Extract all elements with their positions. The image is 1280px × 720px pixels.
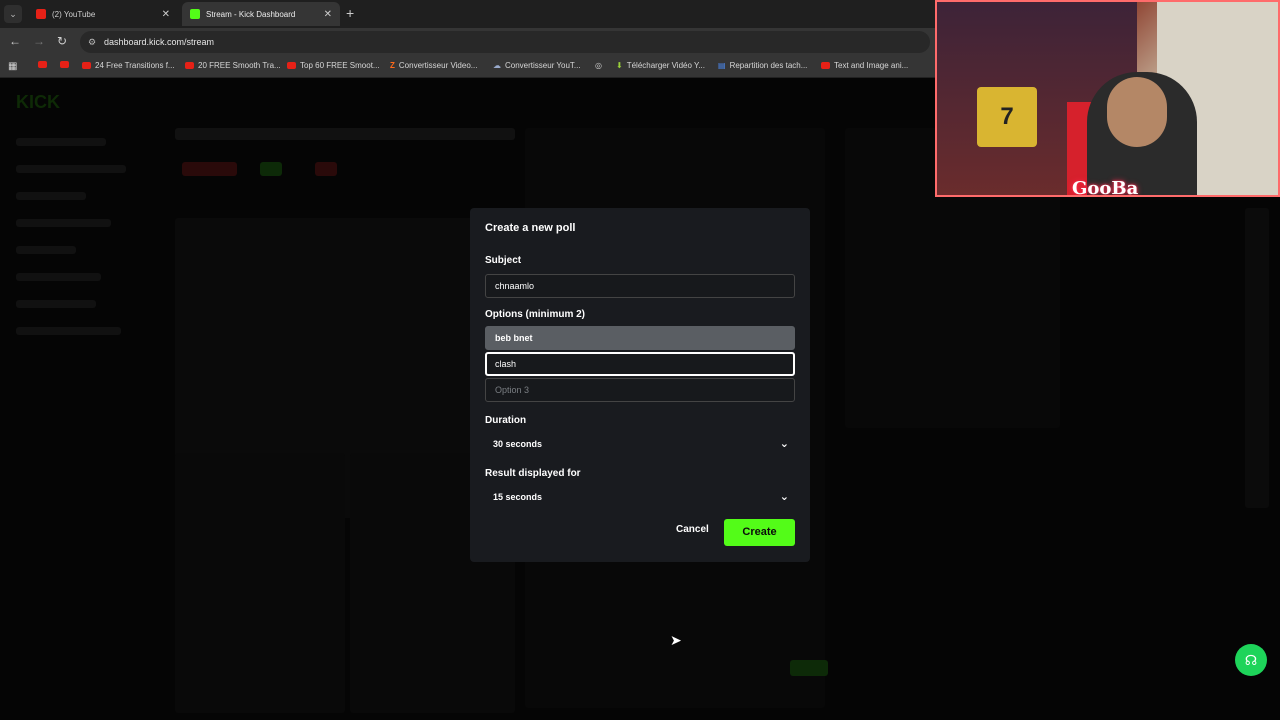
webcam-jersey: 7 [977, 87, 1037, 147]
youtube-favicon-icon [36, 9, 46, 19]
youtube-icon [287, 62, 296, 69]
create-button[interactable]: Create [724, 519, 795, 546]
result-duration-value: 15 seconds [493, 492, 543, 502]
sidebar-placeholder [16, 192, 86, 200]
webcam-face [1107, 77, 1167, 147]
modal-title: Create a new poll [485, 222, 576, 234]
kick-logo: KICK [16, 92, 60, 112]
option-2-value: clash [495, 359, 517, 369]
tab-label: Stream - Kick Dashboard [206, 9, 296, 19]
tab-youtube[interactable]: (2) YouTube ✕ [28, 2, 178, 26]
url-text: dashboard.kick.com/stream [104, 37, 215, 47]
bookmark-item[interactable]: Top 60 FREE Smoot... [287, 61, 380, 70]
activity-feed-panel [175, 453, 345, 713]
chat-send-button [790, 660, 828, 676]
youtube-icon [185, 62, 194, 69]
subject-input[interactable]: chnaamlo [485, 274, 795, 298]
options-label: Options (minimum 2) [485, 309, 585, 320]
bookmark-item[interactable]: ▤ Repartition des tach... [718, 61, 807, 70]
option-2-input[interactable]: clash [485, 352, 795, 376]
bookmark-item[interactable]: Z Convertisseur Video... [390, 61, 477, 70]
bookmark-item[interactable] [60, 61, 73, 68]
result-duration-label: Result displayed for [485, 468, 581, 479]
stream-info-panel [175, 128, 515, 140]
close-tab-icon[interactable]: ✕ [162, 9, 170, 20]
converter-icon: Z [390, 61, 395, 70]
sidebar-placeholder [16, 327, 121, 335]
status-chip [315, 162, 337, 176]
option-1-value: beb bnet [495, 333, 533, 343]
apps-grid-icon[interactable]: ▦ [8, 61, 17, 72]
webcam-overlay-logo: GooBa [1072, 178, 1139, 197]
bookmark-item[interactable]: 20 FREE Smooth Tra... [185, 61, 281, 70]
mouse-cursor-icon: ➤ [670, 632, 682, 648]
option-3-input[interactable]: Option 3 [485, 378, 795, 402]
youtube-icon [82, 62, 91, 69]
forward-arrow-icon[interactable]: → [33, 34, 45, 48]
tab-kick-dashboard[interactable]: Stream - Kick Dashboard ✕ [182, 2, 340, 26]
youtube-icon [38, 61, 47, 68]
sidebar-placeholder [16, 273, 101, 281]
globe-icon: ◎ [595, 61, 602, 70]
sidebar-placeholder [16, 246, 76, 254]
sidebar-placeholder [16, 138, 106, 146]
docs-icon: ▤ [718, 61, 726, 70]
duration-label: Duration [485, 415, 527, 426]
status-chip [260, 162, 282, 176]
bookmark-item[interactable] [38, 61, 51, 68]
duration-value: 30 seconds [493, 439, 543, 449]
tab-search-menu-button[interactable]: ⌄ [4, 5, 22, 23]
bookmark-item[interactable]: Text and Image ani... [821, 61, 908, 70]
sidebar-placeholder [16, 219, 111, 227]
bookmark-item[interactable]: ◎ [595, 61, 606, 70]
support-chat-button[interactable]: ☊ [1235, 644, 1267, 676]
bookmark-item[interactable]: ⬇ Télécharger Vidéo Y... [616, 61, 705, 70]
tab-label: (2) YouTube [52, 9, 96, 19]
create-poll-modal: Create a new poll Subject chnaamlo Optio… [470, 208, 810, 562]
duration-select[interactable]: 30 seconds ⌄ [485, 432, 795, 456]
chevron-down-icon: ⌄ [779, 438, 789, 450]
kick-favicon-icon [190, 9, 200, 19]
new-tab-icon[interactable]: + [346, 5, 354, 21]
youtube-icon [60, 61, 69, 68]
reload-icon[interactable]: ↻ [57, 34, 67, 48]
sidebar-placeholder [16, 165, 126, 173]
bookmark-item[interactable]: ☁ Convertisseur YouT... [493, 61, 581, 70]
headset-icon: ☊ [1244, 652, 1258, 668]
chevron-down-icon: ⌄ [779, 491, 789, 503]
cloud-icon: ☁ [493, 61, 501, 70]
live-badge [182, 162, 237, 176]
youtube-icon [821, 62, 830, 69]
result-duration-select[interactable]: 15 seconds ⌄ [485, 485, 795, 509]
subject-input-value: chnaamlo [495, 281, 535, 291]
cancel-button[interactable]: Cancel [676, 524, 709, 535]
side-toolbar [1245, 208, 1269, 508]
download-icon: ⬇ [616, 61, 623, 70]
subject-label: Subject [485, 255, 522, 266]
back-arrow-icon[interactable]: ← [9, 34, 21, 48]
webcam-overlay: 7 GooBa [935, 0, 1280, 197]
address-bar[interactable]: ⚙ dashboard.kick.com/stream [80, 31, 930, 53]
close-tab-icon[interactable]: ✕ [324, 9, 332, 20]
site-info-icon[interactable]: ⚙ [88, 31, 96, 53]
sidebar-placeholder [16, 300, 96, 308]
option-3-placeholder: Option 3 [495, 385, 530, 395]
bookmark-item[interactable]: 24 Free Transitions f... [82, 61, 175, 70]
option-1-input[interactable]: beb bnet [485, 326, 795, 350]
